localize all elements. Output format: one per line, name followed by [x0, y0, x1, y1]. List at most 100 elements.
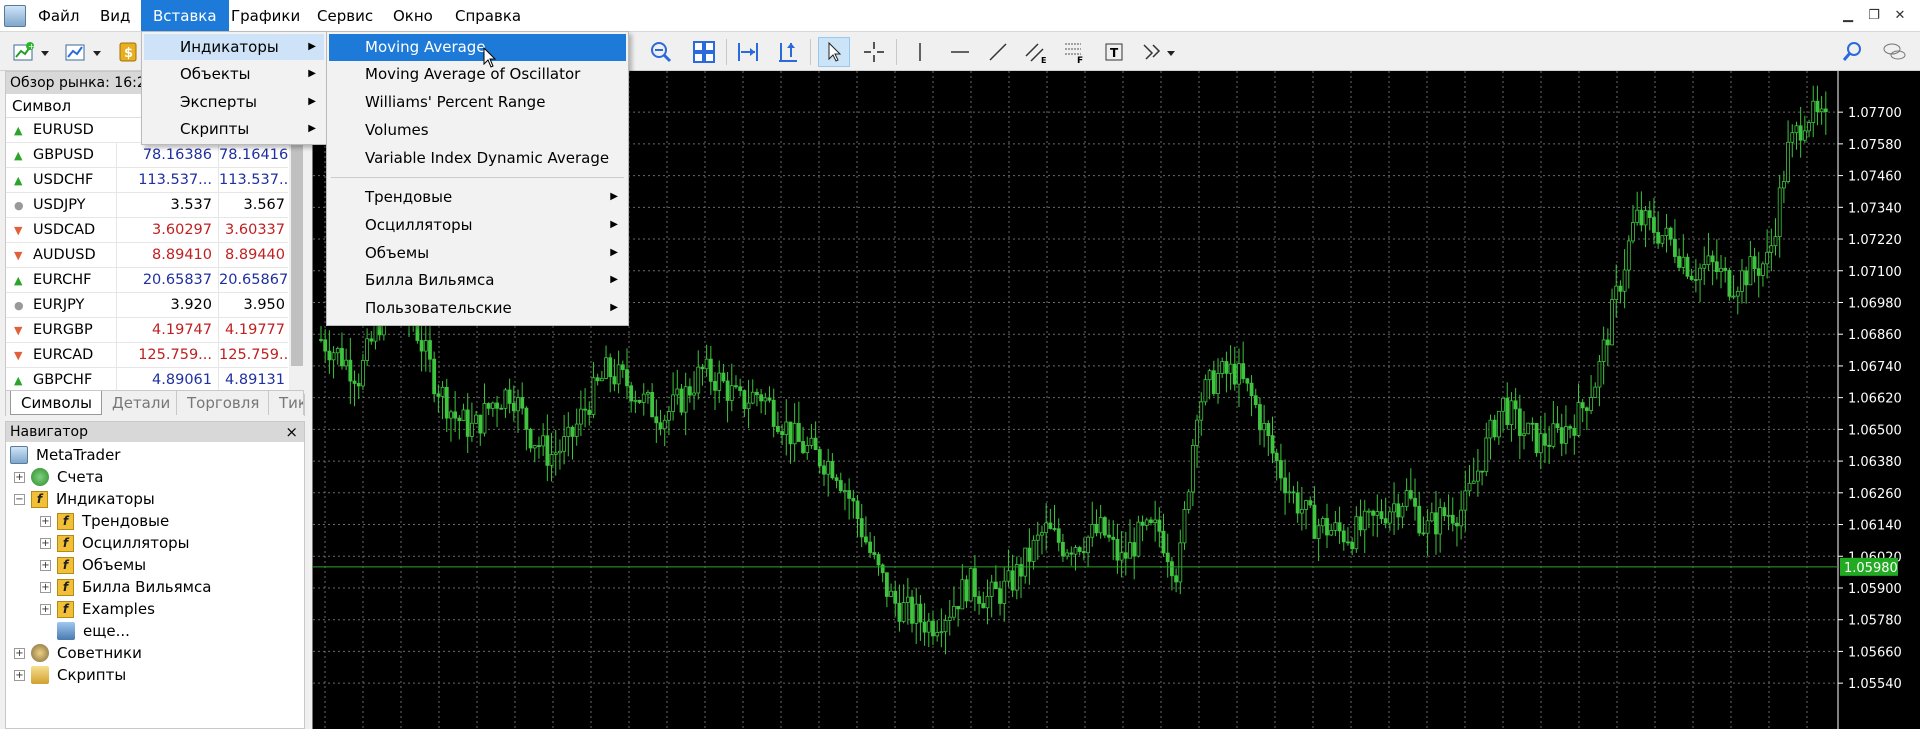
close-icon[interactable]: × [285, 422, 298, 442]
candle-body [1253, 395, 1258, 405]
tree-item[interactable]: + f Объемы [40, 554, 146, 576]
chevron-down-icon[interactable] [1164, 37, 1178, 67]
market-watch-row[interactable]: ▼ AUDUSD 8.89410 8.89440 [6, 243, 288, 268]
trendline-icon[interactable] [982, 37, 1014, 67]
bid-price: 3.60297 [116, 218, 216, 243]
market-watch-row[interactable]: ▲ USDCHF 113.537... 113.537... [6, 168, 293, 193]
candle-body [700, 366, 705, 370]
arrow-down-icon: ▼ [14, 349, 23, 362]
arrow-up-icon: ▲ [14, 149, 23, 162]
menu-vidya[interactable]: Variable Index Dynamic Average [329, 145, 626, 171]
menu-volumes-group[interactable]: Объемы ▶ [329, 240, 626, 266]
menu-volumes[interactable]: Volumes [329, 117, 626, 143]
candle-body [1224, 361, 1229, 374]
menu-williams-percent-range[interactable]: Williams' Percent Range [329, 89, 626, 115]
tree-item[interactable]: + f Трендовые [40, 510, 169, 532]
tile-windows-icon[interactable] [688, 37, 720, 67]
tab-trading[interactable]: Торговля [177, 391, 269, 415]
horizontal-line-icon[interactable] [944, 37, 976, 67]
chevron-down-icon[interactable] [38, 37, 52, 67]
candle-body [1714, 261, 1719, 273]
candle-body [528, 428, 533, 449]
menu-custom[interactable]: Пользовательские ▶ [329, 295, 626, 321]
menu-experts[interactable]: Эксперты ▶ [144, 89, 324, 115]
tree-item[interactable]: + Скрипты [14, 664, 126, 686]
market-watch-row[interactable]: ▲ EURCHF 20.65837 20.65867 [6, 268, 288, 293]
expand-toggle-icon[interactable]: + [14, 669, 25, 681]
fibonacci-icon[interactable]: F [1058, 37, 1090, 67]
close-icon[interactable]: ✕ [1888, 6, 1912, 26]
candle-body [1128, 542, 1132, 559]
chart-shift-icon[interactable] [772, 37, 804, 67]
tab-symbols[interactable]: Символы [10, 391, 102, 415]
chevron-down-icon[interactable] [90, 37, 104, 67]
menu-oscillators[interactable]: Осцилляторы ▶ [329, 212, 626, 238]
market-watch-row[interactable]: ▼ USDCAD 3.60297 3.60337 [6, 218, 288, 243]
candle-body [654, 416, 659, 424]
profiles-icon[interactable] [60, 37, 92, 67]
tree-item[interactable]: + f Билла Вильямса [40, 576, 211, 598]
auto-scroll-icon[interactable] [732, 37, 764, 67]
tree-item[interactable]: MetaTrader [10, 444, 120, 466]
expand-toggle-icon[interactable]: + [14, 471, 25, 483]
chat-icon[interactable] [1878, 37, 1910, 67]
svg-text:T: T [1110, 46, 1119, 60]
expand-toggle-icon[interactable]: − [14, 493, 25, 505]
expand-toggle-icon[interactable]: + [40, 515, 51, 527]
expand-toggle-icon[interactable]: + [40, 603, 51, 615]
menu-moving-average-oscillator[interactable]: Moving Average of Oscillator [329, 61, 626, 87]
crosshair-icon[interactable] [858, 37, 890, 67]
scrollbar-thumb[interactable] [291, 116, 303, 366]
menu-moving-average[interactable]: Moving Average [329, 34, 626, 61]
market-watch-row[interactable]: ▼ EURCAD 125.759... 125.759... [6, 343, 293, 368]
restore-icon[interactable]: ❐ [1862, 6, 1886, 26]
search-icon[interactable] [1836, 37, 1868, 67]
tree-item[interactable]: − f Индикаторы [14, 488, 155, 510]
menu-tools[interactable]: Сервис [305, 0, 385, 32]
market-watch-row[interactable]: ● USDJPY 3.537 3.567 [6, 193, 288, 218]
tab-details[interactable]: Детали [102, 391, 177, 415]
equidistant-channel-icon[interactable]: E [1020, 37, 1052, 67]
app-icon[interactable] [4, 5, 26, 27]
market-watch-row[interactable]: ▼ EURGBP 4.19747 4.19777 [6, 318, 288, 343]
expand-toggle-icon[interactable]: + [40, 537, 51, 549]
zoom-out-icon[interactable] [645, 37, 677, 67]
expand-toggle-icon[interactable]: + [40, 581, 51, 593]
tree-item[interactable]: + f Осцилляторы [40, 532, 190, 554]
menu-charts[interactable]: Графики [219, 0, 312, 32]
menu-help[interactable]: Справка [443, 0, 533, 32]
candle-body [864, 536, 868, 543]
candle-body [335, 348, 340, 354]
candle-body [1287, 491, 1292, 494]
new-chart-icon[interactable]: + [8, 37, 40, 67]
menu-scripts[interactable]: Скрипты ▶ [144, 116, 324, 142]
vertical-line-icon[interactable] [904, 37, 936, 67]
expand-toggle-icon[interactable]: + [14, 647, 25, 659]
menu-indicators[interactable]: Индикаторы ▶ [144, 34, 324, 60]
candle-body [1358, 516, 1363, 531]
menu-trend[interactable]: Трендовые ▶ [329, 184, 626, 210]
tab-ticks[interactable]: Тики [269, 391, 304, 415]
tree-item[interactable]: + Счета [14, 466, 104, 488]
menu-view[interactable]: Вид [88, 0, 142, 32]
candle-body [1446, 514, 1451, 517]
menu-objects[interactable]: Объекты ▶ [144, 61, 324, 87]
candle-body [1781, 181, 1786, 189]
candle-body [1098, 517, 1103, 534]
tree-item[interactable]: + Советники [14, 642, 142, 664]
cursor-icon[interactable] [818, 37, 850, 67]
candle-body [947, 616, 952, 621]
menu-insert[interactable]: Вставка [141, 0, 229, 32]
minimize-icon[interactable]: ▁ [1836, 6, 1860, 26]
market-watch-row[interactable]: ● EURJPY 3.920 3.950 [6, 293, 288, 318]
market-watch-row[interactable]: ▲ GBPUSD 78.16386 78.16416 [6, 143, 288, 168]
text-icon[interactable]: T [1098, 37, 1130, 67]
menu-bill-williams[interactable]: Билла Вильямса ▶ [329, 267, 626, 293]
candle-body [331, 352, 336, 361]
tree-item[interactable]: еще... [40, 620, 130, 642]
menu-file[interactable]: Файл [26, 0, 91, 32]
expand-toggle-icon[interactable]: + [40, 559, 51, 571]
market-icon[interactable]: $ [112, 37, 144, 67]
menu-window[interactable]: Окно [381, 0, 445, 32]
tree-item[interactable]: + f Examples [40, 598, 155, 620]
